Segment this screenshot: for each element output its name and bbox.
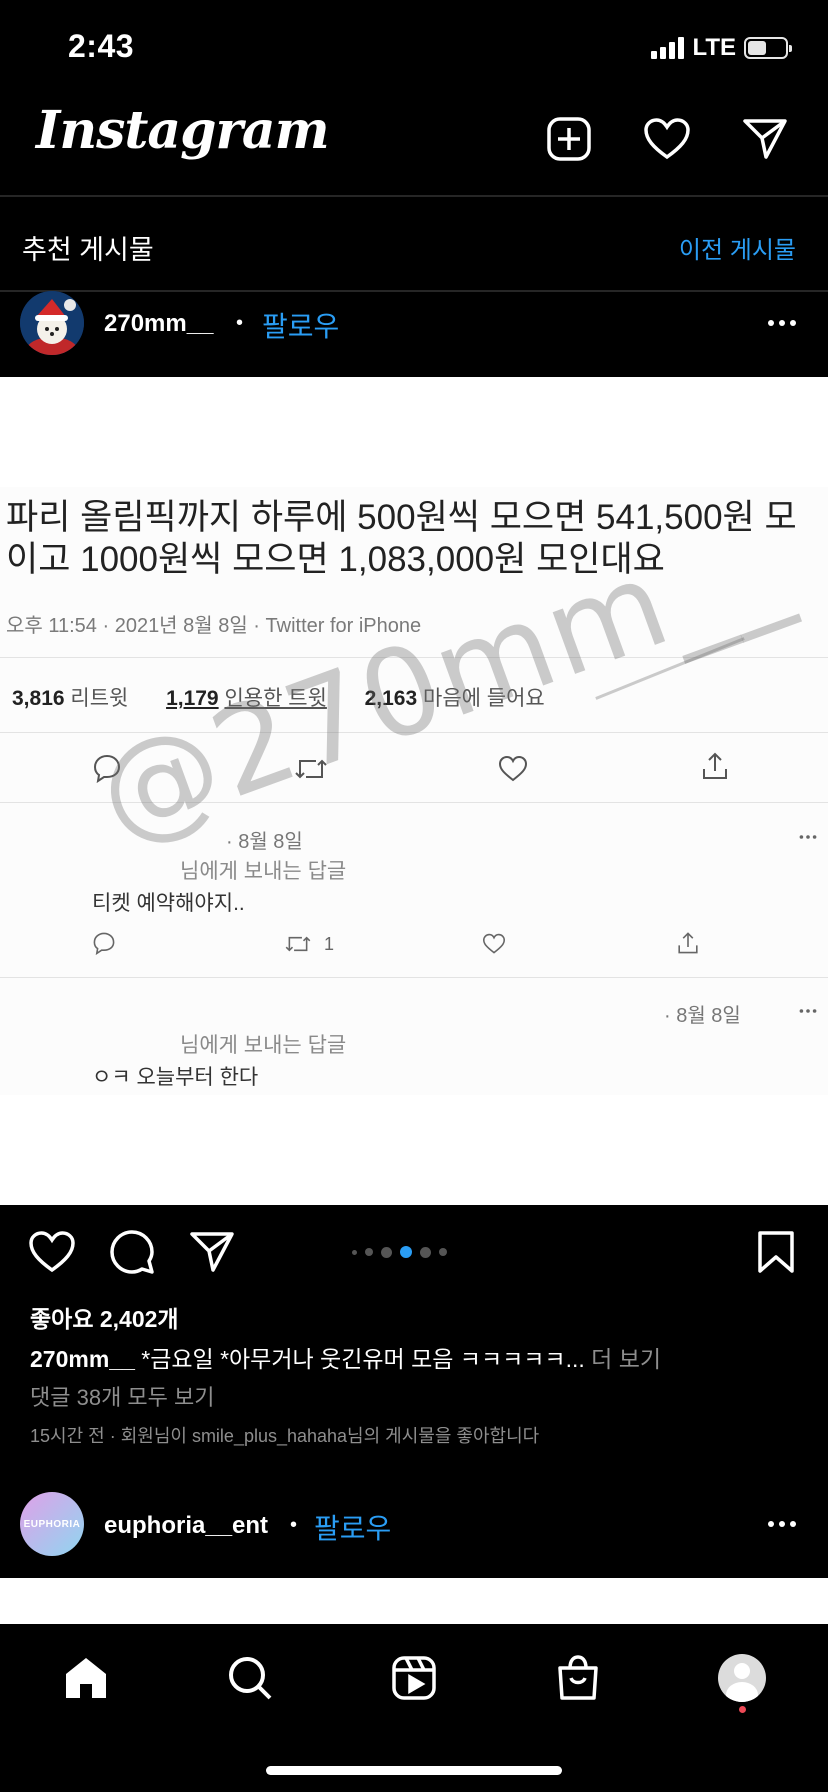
retweets-label: 리트윗 xyxy=(70,687,129,710)
network-label: LTE xyxy=(692,34,736,61)
send-icon[interactable] xyxy=(740,114,790,164)
post-image[interactable]: 파리 올림픽까지 하루에 500원씩 모으면 541,500원 모 이고 100… xyxy=(0,377,828,1205)
tweet-meta: 오후 11:54 · 2021년 8월 8일 · Twitter for iPh… xyxy=(6,615,422,637)
caption-text: *금요일 *아무거나 웃긴유머 모음 ㅋㅋㅋㅋㅋ... xyxy=(141,1346,585,1372)
comment-icon[interactable] xyxy=(106,1226,158,1278)
likes-count[interactable]: 좋아요 2,402개 xyxy=(30,1300,179,1334)
post-username[interactable]: 270mm__ xyxy=(104,310,213,338)
next-more-options-icon[interactable] xyxy=(768,1521,796,1527)
next-follow-button[interactable]: 팔로우 xyxy=(314,1507,391,1547)
follow-button[interactable]: 팔로우 xyxy=(262,305,339,345)
reply1-retweet-count: 1 xyxy=(324,933,335,954)
signal-icon xyxy=(651,37,685,59)
instagram-logo[interactable]: Instagram xyxy=(36,100,330,161)
status-icons: LTE xyxy=(651,34,792,62)
reply2-to: 님에게 보내는 답글 xyxy=(180,1034,347,1057)
carousel-dot xyxy=(439,1248,447,1256)
reply1-more-icon xyxy=(799,835,817,839)
retweets-count: 3,816 xyxy=(12,687,65,710)
reply1-retweet: 1 xyxy=(284,933,334,955)
view-comments-link[interactable]: 댓글 38개 모두 보기 xyxy=(30,1380,215,1412)
reply1-reply-icon xyxy=(92,931,116,960)
notification-dot xyxy=(739,1706,746,1713)
home-indicator[interactable] xyxy=(266,1766,562,1775)
reels-icon[interactable] xyxy=(386,1650,442,1706)
activity-text: 15시간 전 · 회원님이 smile_plus_hahaha님의 게시물을 좋… xyxy=(30,1426,540,1446)
plus-square-icon[interactable] xyxy=(544,114,594,164)
reply2-more-icon xyxy=(799,1009,817,1013)
bookmark-icon[interactable] xyxy=(750,1226,802,1278)
search-icon[interactable] xyxy=(222,1650,278,1706)
carousel-dot xyxy=(381,1246,392,1258)
home-icon[interactable] xyxy=(58,1650,114,1706)
reply1-text: 티켓 예약해야지.. xyxy=(92,892,245,915)
status-time: 2:43 xyxy=(68,28,135,64)
carousel-dot xyxy=(420,1246,431,1258)
suggested-divider xyxy=(0,290,828,292)
reply2-text: ㅇㅋ 오늘부터 한다 xyxy=(92,1066,259,1089)
separator-dot: • xyxy=(236,312,244,334)
heart-icon[interactable] xyxy=(642,114,692,164)
next-avatar-text: EUPHORIA xyxy=(23,1518,81,1530)
shop-icon[interactable] xyxy=(550,1650,606,1706)
post-avatar[interactable] xyxy=(20,291,84,355)
reply2-date: · 8월 8일 xyxy=(664,1005,741,1027)
profile-avatar[interactable] xyxy=(714,1650,770,1706)
post-caption: 270mm__ *금요일 *아무거나 웃긴유머 모음 ㅋㅋㅋㅋㅋ... 더 보기 xyxy=(30,1340,661,1374)
carousel-dot-active xyxy=(400,1246,412,1258)
header-divider xyxy=(0,195,828,197)
tweet-share-icon xyxy=(700,751,730,786)
previous-posts-link[interactable]: 이전 게시물 xyxy=(679,230,796,265)
reply1-share-icon xyxy=(676,931,700,960)
more-options-icon[interactable] xyxy=(768,320,796,326)
tweet-divider-4 xyxy=(0,977,828,978)
next-post-image[interactable] xyxy=(0,1578,828,1624)
carousel-dot xyxy=(365,1248,373,1256)
separator-dot: • xyxy=(290,1514,298,1536)
caption-username[interactable]: 270mm__ xyxy=(30,1346,135,1372)
next-post-username[interactable]: euphoria__ent xyxy=(104,1512,268,1540)
reply1-to: 님에게 보내는 답글 xyxy=(180,860,347,883)
battery-icon xyxy=(744,37,792,59)
next-post-avatar[interactable]: EUPHORIA xyxy=(20,1492,84,1556)
reply1-like-icon xyxy=(482,933,506,960)
caption-more-link[interactable]: 더 보기 xyxy=(591,1346,661,1372)
like-heart-icon[interactable] xyxy=(26,1226,78,1278)
tweet-like-icon xyxy=(498,755,528,788)
share-icon[interactable] xyxy=(186,1226,238,1278)
carousel-dot xyxy=(352,1249,357,1255)
reply1-date: · 8월 8일 xyxy=(226,831,303,853)
carousel-indicator xyxy=(352,1246,447,1258)
suggested-posts-title: 추천 게시물 xyxy=(22,235,154,265)
